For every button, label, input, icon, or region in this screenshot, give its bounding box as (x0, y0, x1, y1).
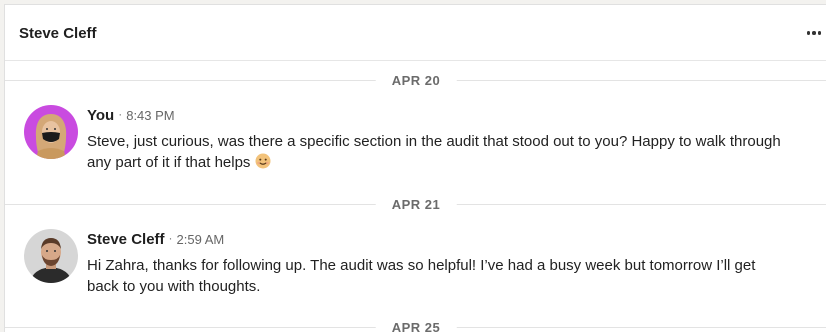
date-divider: APR 21 (5, 195, 826, 215)
date-divider: APR 25 (5, 318, 826, 332)
message-header: Steve Cleff · 2:59 AM (87, 231, 224, 249)
message-time: 8:43 PM (126, 108, 175, 123)
avatar[interactable] (24, 105, 78, 159)
sender-name[interactable]: Steve Cleff (87, 231, 165, 248)
date-label: APR 25 (375, 320, 457, 332)
separator-dot: · (168, 231, 173, 245)
conversation-panel: Steve Cleff APR 20 You · 8:43 PM Steve, … (4, 4, 826, 332)
message-header: You · 8:43 PM (87, 107, 175, 125)
smiling-face-emoji-icon (254, 152, 272, 176)
conversation-header: Steve Cleff (5, 5, 826, 61)
message-text: Steve, just curious, was there a specifi… (87, 131, 787, 176)
avatar[interactable] (24, 229, 78, 283)
more-options-icon[interactable] (804, 23, 824, 43)
conversation-title[interactable]: Steve Cleff (19, 25, 97, 42)
message-time: 2:59 AM (176, 232, 225, 247)
separator-dot: · (118, 107, 123, 121)
date-divider: APR 20 (5, 71, 826, 91)
date-label: APR 21 (375, 197, 457, 212)
sender-name[interactable]: You (87, 107, 114, 124)
message-text: Hi Zahra, thanks for following up. The a… (87, 257, 756, 295)
you-avatar-image (24, 105, 78, 159)
message-text-content: Steve, just curious, was there a specifi… (87, 133, 781, 171)
steve-avatar-image (24, 229, 78, 283)
date-label: APR 20 (375, 73, 457, 88)
